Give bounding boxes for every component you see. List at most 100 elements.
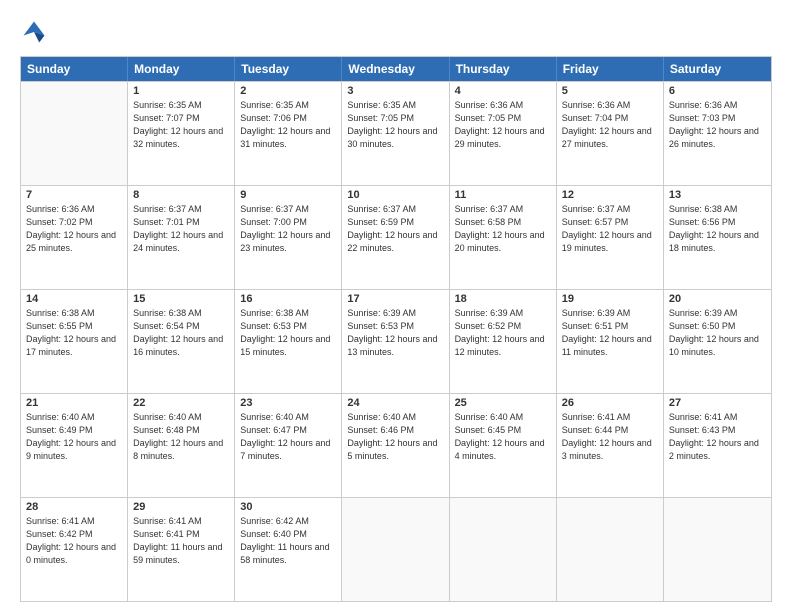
week-row-2: 7 Sunrise: 6:36 AM Sunset: 7:02 PM Daylig… bbox=[21, 185, 771, 289]
day-info: Sunrise: 6:40 AM Sunset: 6:46 PM Dayligh… bbox=[347, 411, 443, 463]
day-info: Sunrise: 6:37 AM Sunset: 6:57 PM Dayligh… bbox=[562, 203, 658, 255]
day-number: 10 bbox=[347, 189, 443, 201]
header-day-wednesday: Wednesday bbox=[342, 57, 449, 81]
cal-cell-21: 21Sunrise: 6:40 AM Sunset: 6:49 PM Dayli… bbox=[21, 394, 128, 497]
day-info: Sunrise: 6:36 AM Sunset: 7:03 PM Dayligh… bbox=[669, 99, 766, 151]
logo-icon bbox=[20, 18, 48, 46]
header-day-thursday: Thursday bbox=[450, 57, 557, 81]
day-number: 6 bbox=[669, 85, 766, 97]
day-info: Sunrise: 6:36 AM Sunset: 7:04 PM Dayligh… bbox=[562, 99, 658, 151]
day-info: Sunrise: 6:40 AM Sunset: 6:48 PM Dayligh… bbox=[133, 411, 229, 463]
day-number: 5 bbox=[562, 85, 658, 97]
cal-cell-11: 11Sunrise: 6:37 AM Sunset: 6:58 PM Dayli… bbox=[450, 186, 557, 289]
day-number: 24 bbox=[347, 397, 443, 409]
cal-cell-8: 8 Sunrise: 6:37 AM Sunset: 7:01 PM Daylig… bbox=[128, 186, 235, 289]
header-day-friday: Friday bbox=[557, 57, 664, 81]
day-info: Sunrise: 6:37 AM Sunset: 6:59 PM Dayligh… bbox=[347, 203, 443, 255]
day-number: 3 bbox=[347, 85, 443, 97]
cal-cell-18: 18 Sunrise: 6:39 AM Sunset: 6:52 PM Dayli… bbox=[450, 290, 557, 393]
day-number: 30 bbox=[240, 501, 336, 513]
day-number: 22 bbox=[133, 397, 229, 409]
day-number: 18 bbox=[455, 293, 551, 305]
cal-cell-29: 29Sunrise: 6:41 AM Sunset: 6:41 PM Dayli… bbox=[128, 498, 235, 601]
cal-cell-9: 9Sunrise: 6:37 AM Sunset: 7:00 PM Daylig… bbox=[235, 186, 342, 289]
calendar-body: 1Sunrise: 6:35 AM Sunset: 7:07 PM Daylig… bbox=[21, 81, 771, 601]
day-info: Sunrise: 6:40 AM Sunset: 6:49 PM Dayligh… bbox=[26, 411, 122, 463]
cal-cell-10: 10 Sunrise: 6:37 AM Sunset: 6:59 PM Dayli… bbox=[342, 186, 449, 289]
cal-cell-15: 15 Sunrise: 6:38 AM Sunset: 6:54 PM Dayli… bbox=[128, 290, 235, 393]
header bbox=[20, 18, 772, 46]
cal-cell-27: 27Sunrise: 6:41 AM Sunset: 6:43 PM Dayli… bbox=[664, 394, 771, 497]
day-info: Sunrise: 6:40 AM Sunset: 6:45 PM Dayligh… bbox=[455, 411, 551, 463]
cal-cell-17: 17 Sunrise: 6:39 AM Sunset: 6:53 PM Dayli… bbox=[342, 290, 449, 393]
header-day-tuesday: Tuesday bbox=[235, 57, 342, 81]
cal-cell-16: 16 Sunrise: 6:38 AM Sunset: 6:53 PM Dayli… bbox=[235, 290, 342, 393]
day-info: Sunrise: 6:38 AM Sunset: 6:53 PM Dayligh… bbox=[240, 307, 336, 359]
day-info: Sunrise: 6:38 AM Sunset: 6:55 PM Dayligh… bbox=[26, 307, 122, 359]
day-info: Sunrise: 6:41 AM Sunset: 6:43 PM Dayligh… bbox=[669, 411, 766, 463]
day-info: Sunrise: 6:35 AM Sunset: 7:05 PM Dayligh… bbox=[347, 99, 443, 151]
cal-cell-5: 5 Sunrise: 6:36 AM Sunset: 7:04 PM Daylig… bbox=[557, 82, 664, 185]
day-info: Sunrise: 6:41 AM Sunset: 6:41 PM Dayligh… bbox=[133, 515, 229, 567]
day-info: Sunrise: 6:37 AM Sunset: 7:01 PM Dayligh… bbox=[133, 203, 229, 255]
day-number: 19 bbox=[562, 293, 658, 305]
day-info: Sunrise: 6:38 AM Sunset: 6:56 PM Dayligh… bbox=[669, 203, 766, 255]
cal-cell-19: 19 Sunrise: 6:39 AM Sunset: 6:51 PM Dayli… bbox=[557, 290, 664, 393]
cal-cell-12: 12 Sunrise: 6:37 AM Sunset: 6:57 PM Dayli… bbox=[557, 186, 664, 289]
day-number: 17 bbox=[347, 293, 443, 305]
cal-cell-empty-4-4 bbox=[450, 498, 557, 601]
day-number: 13 bbox=[669, 189, 766, 201]
calendar: SundayMondayTuesdayWednesdayThursdayFrid… bbox=[20, 56, 772, 602]
cal-cell-13: 13 Sunrise: 6:38 AM Sunset: 6:56 PM Dayli… bbox=[664, 186, 771, 289]
cal-cell-28: 28Sunrise: 6:41 AM Sunset: 6:42 PM Dayli… bbox=[21, 498, 128, 601]
cal-cell-22: 22 Sunrise: 6:40 AM Sunset: 6:48 PM Dayli… bbox=[128, 394, 235, 497]
day-info: Sunrise: 6:41 AM Sunset: 6:44 PM Dayligh… bbox=[562, 411, 658, 463]
cal-cell-23: 23Sunrise: 6:40 AM Sunset: 6:47 PM Dayli… bbox=[235, 394, 342, 497]
day-info: Sunrise: 6:39 AM Sunset: 6:52 PM Dayligh… bbox=[455, 307, 551, 359]
cal-cell-24: 24 Sunrise: 6:40 AM Sunset: 6:46 PM Dayli… bbox=[342, 394, 449, 497]
day-info: Sunrise: 6:38 AM Sunset: 6:54 PM Dayligh… bbox=[133, 307, 229, 359]
day-info: Sunrise: 6:35 AM Sunset: 7:06 PM Dayligh… bbox=[240, 99, 336, 151]
cal-cell-14: 14 Sunrise: 6:38 AM Sunset: 6:55 PM Dayli… bbox=[21, 290, 128, 393]
cal-cell-empty-4-6 bbox=[664, 498, 771, 601]
header-day-sunday: Sunday bbox=[21, 57, 128, 81]
day-info: Sunrise: 6:39 AM Sunset: 6:51 PM Dayligh… bbox=[562, 307, 658, 359]
week-row-1: 1Sunrise: 6:35 AM Sunset: 7:07 PM Daylig… bbox=[21, 81, 771, 185]
day-info: Sunrise: 6:39 AM Sunset: 6:50 PM Dayligh… bbox=[669, 307, 766, 359]
day-number: 1 bbox=[133, 85, 229, 97]
cal-cell-4: 4 Sunrise: 6:36 AM Sunset: 7:05 PM Daylig… bbox=[450, 82, 557, 185]
day-number: 15 bbox=[133, 293, 229, 305]
logo bbox=[20, 18, 52, 46]
day-number: 11 bbox=[455, 189, 551, 201]
week-row-4: 21Sunrise: 6:40 AM Sunset: 6:49 PM Dayli… bbox=[21, 393, 771, 497]
day-number: 14 bbox=[26, 293, 122, 305]
day-info: Sunrise: 6:36 AM Sunset: 7:05 PM Dayligh… bbox=[455, 99, 551, 151]
cal-cell-empty-0-0 bbox=[21, 82, 128, 185]
cal-cell-1: 1Sunrise: 6:35 AM Sunset: 7:07 PM Daylig… bbox=[128, 82, 235, 185]
day-number: 8 bbox=[133, 189, 229, 201]
day-info: Sunrise: 6:41 AM Sunset: 6:42 PM Dayligh… bbox=[26, 515, 122, 567]
cal-cell-20: 20 Sunrise: 6:39 AM Sunset: 6:50 PM Dayli… bbox=[664, 290, 771, 393]
header-day-monday: Monday bbox=[128, 57, 235, 81]
day-number: 20 bbox=[669, 293, 766, 305]
cal-cell-7: 7 Sunrise: 6:36 AM Sunset: 7:02 PM Daylig… bbox=[21, 186, 128, 289]
day-number: 4 bbox=[455, 85, 551, 97]
day-number: 16 bbox=[240, 293, 336, 305]
page: SundayMondayTuesdayWednesdayThursdayFrid… bbox=[0, 0, 792, 612]
cal-cell-26: 26 Sunrise: 6:41 AM Sunset: 6:44 PM Dayli… bbox=[557, 394, 664, 497]
cal-cell-30: 30Sunrise: 6:42 AM Sunset: 6:40 PM Dayli… bbox=[235, 498, 342, 601]
day-number: 9 bbox=[240, 189, 336, 201]
cal-cell-empty-4-3 bbox=[342, 498, 449, 601]
week-row-5: 28Sunrise: 6:41 AM Sunset: 6:42 PM Dayli… bbox=[21, 497, 771, 601]
cal-cell-25: 25 Sunrise: 6:40 AM Sunset: 6:45 PM Dayli… bbox=[450, 394, 557, 497]
day-number: 12 bbox=[562, 189, 658, 201]
day-number: 2 bbox=[240, 85, 336, 97]
day-number: 7 bbox=[26, 189, 122, 201]
cal-cell-6: 6 Sunrise: 6:36 AM Sunset: 7:03 PM Daylig… bbox=[664, 82, 771, 185]
day-info: Sunrise: 6:39 AM Sunset: 6:53 PM Dayligh… bbox=[347, 307, 443, 359]
day-info: Sunrise: 6:36 AM Sunset: 7:02 PM Dayligh… bbox=[26, 203, 122, 255]
day-number: 26 bbox=[562, 397, 658, 409]
day-number: 25 bbox=[455, 397, 551, 409]
day-info: Sunrise: 6:40 AM Sunset: 6:47 PM Dayligh… bbox=[240, 411, 336, 463]
week-row-3: 14 Sunrise: 6:38 AM Sunset: 6:55 PM Dayli… bbox=[21, 289, 771, 393]
